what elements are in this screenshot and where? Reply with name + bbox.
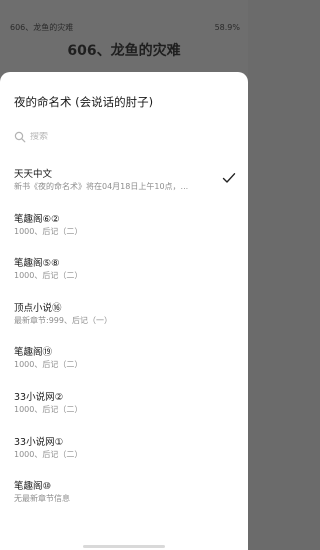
source-item-biquge-19[interactable]: 笔趣阁⑲ 1000、后记（二） xyxy=(0,338,248,383)
source-latest-chapter: 1000、后记（二） xyxy=(14,226,83,236)
source-latest-chapter: 新书《夜的命名术》将在04月18日上午10点，... xyxy=(14,182,189,191)
current-chapter-label: 606、龙鱼的灾难 xyxy=(10,23,74,32)
search-input[interactable] xyxy=(30,132,210,142)
source-search[interactable] xyxy=(14,128,234,146)
source-item-biquge-58[interactable]: 笔趣阁⑤⑧ 1000、后记（二） xyxy=(0,249,248,294)
source-latest-chapter: 1000、后记（二） xyxy=(14,360,83,370)
source-name: 33小说网① xyxy=(14,436,64,448)
source-item-biquge-62[interactable]: 笔趣阁⑥② 1000、后记（二） xyxy=(0,205,248,250)
source-latest-chapter: 1000、后记（二） xyxy=(14,449,83,459)
source-name: 笔趣阁⑤⑧ xyxy=(14,258,60,270)
source-name: 天天中文 xyxy=(14,169,53,180)
source-latest-chapter: 无最新章节信息 xyxy=(14,494,70,504)
source-item-33xiaoshuo-2[interactable]: 33小说网② 1000、后记（二） xyxy=(0,383,248,428)
source-latest-chapter: 1000、后记（二） xyxy=(14,404,83,414)
sheet-title: 夜的命名术 (会说话的肘子) xyxy=(14,95,154,109)
reader-status-row: 606、龙鱼的灾难 58.9% xyxy=(10,22,240,33)
chapter-title: 606、龙鱼的灾难 xyxy=(67,43,181,59)
source-name: 笔趣阁⑩ xyxy=(14,481,52,493)
source-list: 天天中文 新书《夜的命名术》将在04月18日上午10点，... 笔趣阁⑥② 10… xyxy=(0,160,248,517)
source-name: 笔趣阁⑥② xyxy=(14,213,60,225)
home-indicator[interactable] xyxy=(83,545,165,548)
source-item-dingdian-16[interactable]: 顶点小说⑯ 最新章节:999、后记（一） xyxy=(0,294,248,339)
source-name: 33小说网② xyxy=(14,391,64,403)
reading-progress: 58.9% xyxy=(214,23,240,32)
source-name: 笔趣阁⑲ xyxy=(14,347,53,359)
check-icon xyxy=(222,173,236,183)
source-name: 顶点小说⑯ xyxy=(14,302,62,314)
source-item-tiantian[interactable]: 天天中文 新书《夜的命名术》将在04月18日上午10点，... xyxy=(0,160,248,205)
source-item-biquge-40[interactable]: 笔趣阁⑩ 无最新章节信息 xyxy=(0,472,248,517)
search-icon xyxy=(14,131,26,143)
source-item-33xiaoshuo-1[interactable]: 33小说网① 1000、后记（二） xyxy=(0,428,248,473)
source-latest-chapter: 最新章节:999、后记（一） xyxy=(14,315,112,325)
source-latest-chapter: 1000、后记（二） xyxy=(14,271,83,281)
